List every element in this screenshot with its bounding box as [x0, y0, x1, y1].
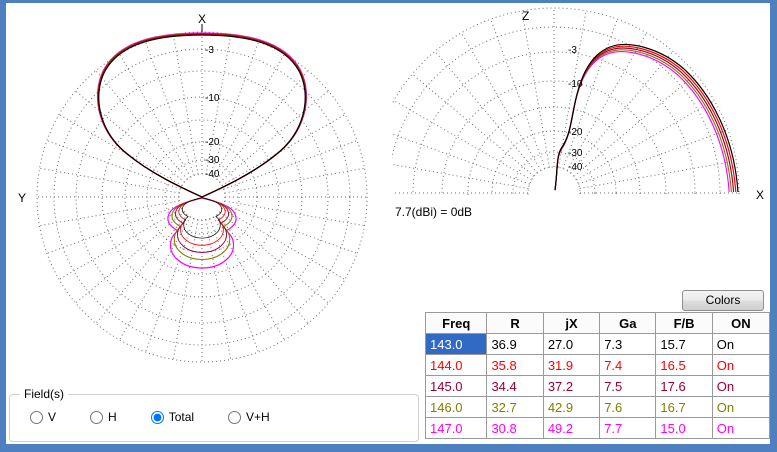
cell-on: On: [711, 417, 770, 439]
cell-fb: 16.7: [655, 396, 713, 418]
table-row[interactable]: 143.0 36.9 27.0 7.3 15.7 On: [424, 333, 770, 355]
radio-label-v: V: [48, 410, 57, 424]
cell-fb: 17.6: [655, 375, 713, 397]
radio-field-v[interactable]: V: [30, 410, 56, 424]
scale-label: -20: [568, 127, 583, 138]
cell-on: On: [711, 354, 770, 376]
table-row[interactable]: 147.0 30.8 49.2 7.7 15.0 On: [424, 417, 770, 439]
scale-label: -30: [568, 148, 583, 159]
cell-jx: 49.2: [542, 417, 601, 439]
scale-label: -40: [205, 169, 220, 180]
fields-radio-row: V H Total V+H: [10, 395, 418, 424]
cell-r: 36.9: [486, 333, 544, 355]
frequency-table: Freq R jX Ga F/B ON 143.0 36.9 27.0 7.3 …: [424, 312, 770, 439]
cell-on: On: [711, 333, 770, 355]
pattern-curve-main-145.0: [97, 33, 307, 198]
application-window: X Y -3 -10 -20 -30 -40 Z X -3 -10 -20 -3…: [0, 0, 777, 452]
cell-freq: 146.0: [424, 396, 488, 418]
radio-field-h[interactable]: H: [90, 410, 117, 424]
cell-jx: 42.9: [542, 396, 601, 418]
radio-input-total[interactable]: [150, 410, 164, 424]
pattern-curve-main-144.0: [97, 33, 307, 198]
fields-group-label: Field(s): [20, 387, 69, 401]
radio-field-total[interactable]: Total: [150, 410, 195, 424]
col-header-r: R: [486, 312, 544, 334]
cell-r: 30.8: [486, 417, 544, 439]
scale-label: -10: [205, 93, 220, 104]
cell-fb: 15.7: [655, 333, 713, 355]
cell-fb: 16.5: [655, 354, 713, 376]
col-header-ga: Ga: [599, 312, 657, 334]
cell-r: 35.8: [486, 354, 544, 376]
cell-on: On: [711, 396, 770, 418]
colors-button[interactable]: Colors: [682, 290, 764, 311]
radio-field-vh[interactable]: V+H: [228, 410, 270, 424]
radio-label-h: H: [108, 410, 117, 424]
cell-fb: 15.0: [655, 417, 713, 439]
cell-jx: 27.0: [542, 333, 601, 355]
cell-freq: 147.0: [424, 417, 488, 439]
cell-r: 34.4: [486, 375, 544, 397]
radio-input-h[interactable]: [90, 410, 104, 424]
gain-reference-text: 7.7(dBi) = 0dB: [395, 205, 473, 219]
scale-label: -40: [568, 162, 583, 173]
cell-on: On: [711, 375, 770, 397]
scale-label: -30: [205, 155, 220, 166]
cell-jx: 31.9: [542, 354, 601, 376]
pattern-curve-main-143.0: [98, 34, 306, 198]
cell-ga: 7.6: [599, 396, 657, 418]
radio-input-v[interactable]: [30, 410, 43, 424]
cell-r: 32.7: [486, 396, 544, 418]
table-row[interactable]: 145.0 34.4 37.2 7.5 17.6 On: [424, 375, 770, 397]
cell-freq: 145.0: [424, 375, 488, 397]
col-header-on: ON: [711, 312, 770, 334]
radio-input-vh[interactable]: [228, 410, 242, 424]
cell-ga: 7.3: [599, 333, 657, 355]
left-axis-left-label: Y: [18, 191, 26, 205]
left-axis-top-label: X: [198, 12, 206, 26]
right-axis-right-label: X: [756, 188, 764, 202]
table-row[interactable]: 144.0 35.8 31.9 7.4 16.5 On: [424, 354, 770, 376]
cell-freq: 144.0: [424, 354, 488, 376]
radio-label-vh: V+H: [246, 410, 270, 424]
table-row[interactable]: 146.0 32.7 42.9 7.6 16.7 On: [424, 396, 770, 418]
elevation-pattern-plot: Z X -3 -10 -20 -30 -40: [392, 7, 764, 202]
cell-ga: 7.5: [599, 375, 657, 397]
azimuth-pattern-plot: X Y -3 -10 -20 -30 -40: [18, 12, 368, 363]
cell-jx: 37.2: [542, 375, 601, 397]
right-axis-top-label: Z: [522, 9, 529, 23]
scale-label: -3: [568, 45, 577, 56]
table-header-row: Freq R jX Ga F/B ON: [424, 312, 770, 334]
cell-freq: 143.0: [424, 333, 488, 355]
col-header-fb: F/B: [655, 312, 713, 334]
scale-label: -10: [568, 79, 583, 90]
col-header-jx: jX: [542, 312, 601, 334]
pattern-curve-main-146.0: [97, 32, 307, 198]
cell-ga: 7.4: [599, 354, 657, 376]
col-header-freq: Freq: [424, 312, 488, 334]
fields-groupbox: Field(s) V H Total V+H: [9, 387, 419, 442]
radio-label-total: Total: [168, 410, 195, 424]
cell-ga: 7.7: [599, 417, 657, 439]
scale-label: -20: [205, 137, 220, 148]
scale-label: -3: [205, 45, 214, 56]
